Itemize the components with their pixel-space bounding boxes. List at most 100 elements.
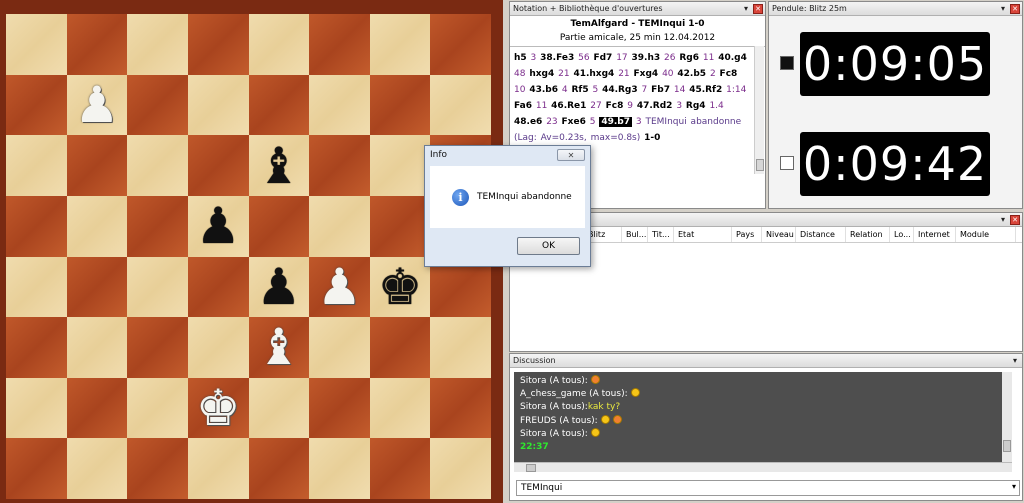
board-square[interactable]: ♟	[248, 256, 310, 318]
board-square[interactable]	[187, 438, 249, 499]
board-square[interactable]: ♟	[187, 195, 249, 257]
chat-log[interactable]: Sitora (A tous): A_chess_game (A tous): Si…	[514, 372, 1012, 462]
board-square[interactable]	[430, 438, 491, 499]
notation-scrollbar-thumb[interactable]	[756, 159, 764, 171]
move[interactable]: 42.b5	[677, 69, 706, 79]
board-square[interactable]	[369, 74, 431, 136]
chat-horizontal-scrollbar[interactable]	[514, 462, 1012, 472]
board-square[interactable]	[6, 74, 67, 136]
column-header[interactable]: Distance	[796, 227, 846, 242]
board-square[interactable]: ♟	[66, 74, 128, 136]
move[interactable]: Fc8	[606, 101, 624, 111]
board-square[interactable]	[6, 14, 67, 75]
move[interactable]: Fd7	[593, 53, 612, 63]
move[interactable]: Fc8	[720, 69, 738, 79]
move-list[interactable]: h5 3 38.Fe3 56 Fd7 17 39.h3 26 Rg6 11 40…	[510, 47, 765, 146]
chevron-down-icon[interactable]: ▾	[998, 4, 1008, 14]
column-header[interactable]: Internet	[914, 227, 956, 242]
column-header[interactable]: Tit...	[648, 227, 674, 242]
board-square[interactable]	[430, 317, 491, 378]
board-square[interactable]	[6, 195, 67, 257]
board-square[interactable]	[6, 256, 67, 318]
column-header[interactable]: Niveau	[762, 227, 796, 242]
dialog-close-button[interactable]: ✕	[557, 149, 585, 161]
move[interactable]: Fxg4	[634, 69, 659, 79]
board-square[interactable]	[66, 14, 128, 75]
move[interactable]: 44.Rg3	[602, 85, 638, 95]
board-square[interactable]	[187, 256, 249, 318]
column-header[interactable]: Bul...	[622, 227, 648, 242]
board-square[interactable]	[248, 438, 310, 499]
board-square[interactable]	[309, 377, 370, 439]
board-square[interactable]	[187, 14, 249, 75]
board-square[interactable]	[6, 135, 67, 196]
board-square[interactable]	[6, 317, 67, 378]
ok-button[interactable]: OK	[517, 237, 580, 255]
move[interactable]: 46.Re1	[551, 101, 586, 111]
board-square[interactable]	[309, 438, 370, 499]
move[interactable]: 48.e6	[514, 117, 542, 127]
board-square[interactable]: ♟	[309, 256, 370, 318]
move[interactable]: 39.h3	[632, 53, 661, 63]
board-square[interactable]	[309, 135, 370, 196]
column-header[interactable]: Module	[956, 227, 1016, 242]
board-square[interactable]	[309, 195, 370, 257]
board-square[interactable]	[66, 377, 128, 439]
board-square[interactable]	[66, 135, 128, 196]
board-square[interactable]	[66, 256, 128, 318]
board-square[interactable]: ♝	[248, 317, 310, 378]
board-square[interactable]	[127, 74, 188, 136]
board-square[interactable]	[248, 195, 310, 257]
move[interactable]: Rg6	[679, 53, 699, 63]
board-square[interactable]	[187, 135, 249, 196]
board-square[interactable]	[127, 317, 188, 378]
move[interactable]: 43.b6	[529, 85, 558, 95]
move[interactable]: h5	[514, 53, 527, 63]
black-king-piece[interactable]: ♚	[378, 262, 423, 312]
close-icon[interactable]: ✕	[1010, 214, 1020, 225]
board-square[interactable]	[369, 135, 431, 196]
board-square[interactable]	[430, 14, 491, 75]
board-square[interactable]: ♚	[187, 377, 249, 439]
chevron-down-icon[interactable]: ▾	[1012, 482, 1016, 491]
board-square[interactable]	[248, 377, 310, 439]
column-header[interactable]: Lo...	[890, 227, 914, 242]
chevron-down-icon[interactable]: ▾	[741, 4, 751, 14]
black-pawn-piece[interactable]: ♟	[256, 262, 301, 312]
white-king-piece[interactable]: ♚	[196, 383, 241, 433]
chevron-down-icon[interactable]: ▾	[998, 215, 1008, 225]
move[interactable]: Rg4	[686, 101, 706, 111]
chat-vertical-scrollbar[interactable]	[1002, 372, 1012, 462]
board-square[interactable]	[127, 14, 188, 75]
board-square[interactable]	[127, 438, 188, 499]
move[interactable]: Rf5	[571, 85, 588, 95]
chevron-down-icon[interactable]: ▾	[1010, 356, 1020, 366]
board-square[interactable]	[127, 195, 188, 257]
chat-horizontal-scrollbar-thumb[interactable]	[526, 464, 536, 472]
close-icon[interactable]: ✕	[753, 3, 763, 14]
board-square[interactable]	[66, 195, 128, 257]
board-square[interactable]	[369, 438, 431, 499]
board-square[interactable]	[309, 74, 370, 136]
board-square[interactable]	[369, 317, 431, 378]
move[interactable]: Fxe6	[562, 117, 586, 127]
board-square[interactable]	[248, 74, 310, 136]
move[interactable]: 1-0	[644, 133, 660, 143]
close-icon[interactable]: ✕	[1010, 3, 1020, 14]
move[interactable]: hxg4	[529, 69, 554, 79]
white-pawn-piece[interactable]: ♟	[317, 262, 362, 312]
move[interactable]: 47.Rd2	[637, 101, 673, 111]
board-square[interactable]: ♝	[248, 135, 310, 196]
move[interactable]: 41.hxg4	[573, 69, 614, 79]
current-move[interactable]: 49.b7	[599, 117, 632, 127]
board-square[interactable]	[66, 438, 128, 499]
board-square[interactable]	[369, 377, 431, 439]
board-square[interactable]: ♚	[369, 256, 431, 318]
column-header[interactable]: Pays	[732, 227, 762, 242]
move[interactable]: 45.Rf2	[689, 85, 722, 95]
board-square[interactable]	[187, 317, 249, 378]
column-header[interactable]: Relation	[846, 227, 890, 242]
board-square[interactable]	[248, 14, 310, 75]
move[interactable]: 40.g4	[718, 53, 747, 63]
board-square[interactable]	[369, 195, 431, 257]
